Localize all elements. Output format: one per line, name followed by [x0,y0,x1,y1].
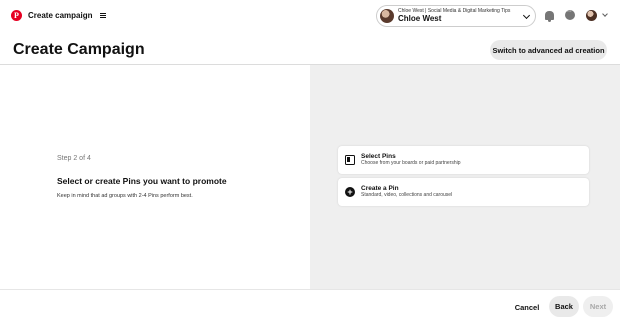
board-icon [345,155,355,165]
pinterest-logo-icon[interactable]: P [11,10,22,21]
app-title: Create campaign [28,11,93,20]
account-avatar [380,9,394,23]
chevron-down-icon[interactable] [602,11,608,17]
bell-icon[interactable] [545,11,554,22]
option-text: Create a Pin Standard, video, collection… [361,185,453,199]
advanced-ad-creation-button[interactable]: Switch to advanced ad creation [490,40,607,60]
next-button[interactable]: Next [583,296,613,317]
step-indicator: Step 2 of 4 [57,155,91,162]
option-text: Select Pins Choose from your boards or p… [361,153,461,167]
brand: P Create campaign [11,10,107,21]
create-pin-option[interactable]: + Create a Pin Standard, video, collecti… [338,178,589,206]
hamburger-menu-icon[interactable] [100,13,107,18]
page-title: Create Campaign [13,41,145,58]
select-pins-option[interactable]: Select Pins Choose from your boards or p… [338,146,589,174]
account-switcher[interactable]: Chloe West | Social Media & Digital Mark… [376,5,536,27]
account-text: Chloe West | Social Media & Digital Mark… [398,9,510,23]
cancel-button[interactable]: Cancel [508,297,546,317]
top-bar: P Create campaign Chloe West | Social Me… [0,0,620,32]
plus-circle-icon: + [345,187,355,197]
back-button[interactable]: Back [549,296,579,317]
chevron-down-icon[interactable] [522,11,531,20]
avatar[interactable] [586,10,597,21]
step-heading: Select or create Pins you want to promot… [57,176,227,186]
step-hint: Keep in mind that ad groups with 2-4 Pin… [57,193,193,199]
chat-icon[interactable] [565,8,575,20]
option-description: Standard, video, collections and carouse… [361,192,453,199]
account-user-name: Chloe West [398,14,442,23]
option-description: Choose from your boards or paid partners… [361,160,461,167]
options-panel [310,65,620,289]
